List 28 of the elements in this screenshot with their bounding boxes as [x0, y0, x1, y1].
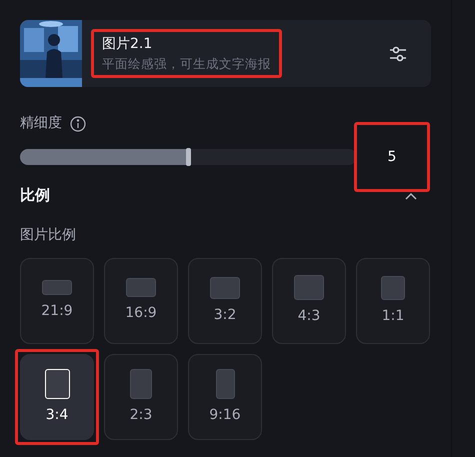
ratio-option[interactable]: 4:3 — [272, 258, 346, 344]
settings-icon[interactable] — [389, 46, 407, 62]
ratio-option[interactable]: 9:16 — [188, 354, 262, 440]
ratio-shape-icon — [126, 278, 156, 297]
ratio-shape-icon — [210, 276, 240, 298]
ratio-shape-icon — [44, 368, 70, 398]
model-description: 平面绘感强，可生成文字海报 — [102, 54, 271, 73]
ratio-option[interactable]: 21:9 — [20, 258, 94, 344]
slider-thumb[interactable] — [186, 148, 190, 166]
section-title: 比例 — [20, 184, 50, 206]
slider-track[interactable] — [20, 149, 357, 165]
model-card[interactable]: 图片2.1 平面绘感强，可生成文字海报 — [20, 20, 431, 87]
field-label: 精细度 — [20, 114, 62, 132]
model-name: 图片2.1 — [102, 34, 154, 54]
ratio-option[interactable]: 1:1 — [356, 258, 430, 344]
ratio-shape-icon — [381, 276, 405, 300]
chevron-icon[interactable] — [405, 192, 417, 200]
ratio-shape-icon — [294, 275, 324, 300]
ratio-shape-icon — [42, 280, 72, 295]
ratio-shape-icon — [130, 368, 152, 398]
ratio-option[interactable]: 3:2 — [188, 258, 262, 344]
ratio-option[interactable]: 16:9 — [104, 258, 178, 344]
ratio-shape-icon — [216, 368, 234, 398]
ratio-option[interactable]: 3:4 — [20, 354, 94, 440]
ratio-option[interactable]: 2:3 — [104, 354, 178, 440]
value-field[interactable]: 5 — [359, 127, 425, 187]
field-label: 图片比例 — [20, 226, 77, 245]
info-icon[interactable] — [70, 116, 86, 132]
